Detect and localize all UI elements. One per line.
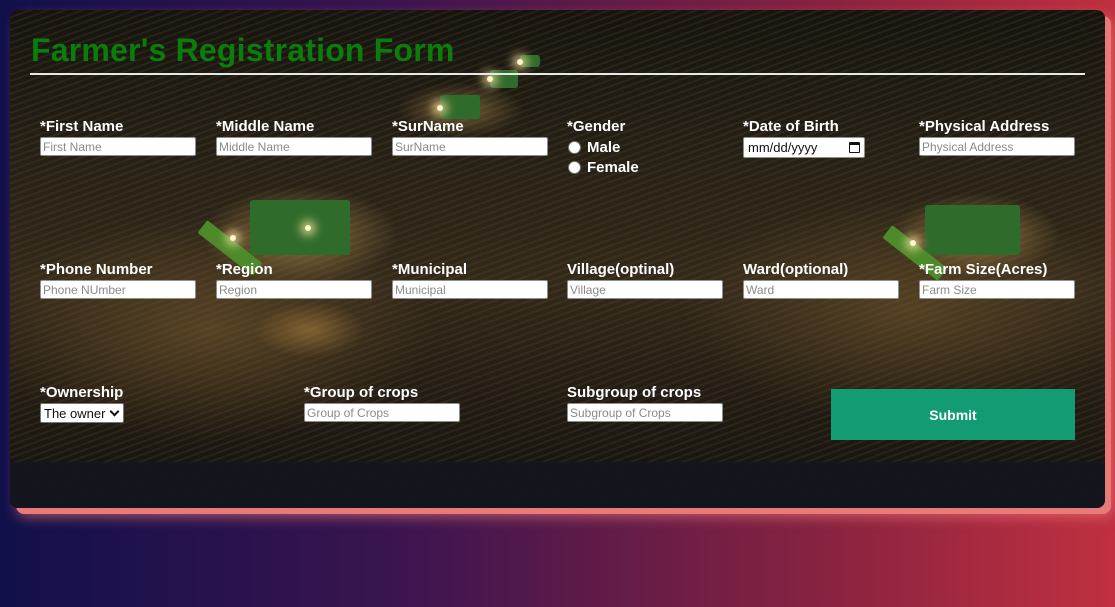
surname-group: *SurName	[392, 118, 548, 156]
ownership-selected-value: The owner	[44, 405, 106, 421]
submit-button[interactable]: Submit	[831, 389, 1075, 440]
dob-group: *Date of Birth mm/dd/yyyy	[743, 118, 865, 158]
phone-group: *Phone Number	[40, 261, 196, 299]
middle-name-group: *Middle Name	[216, 118, 372, 156]
region-group: *Region	[216, 261, 372, 299]
farm-size-label: *Farm Size(Acres)	[919, 261, 1048, 278]
gender-male-option[interactable]: Male	[567, 139, 639, 156]
ward-group: Ward(optional)	[743, 261, 899, 299]
farm-size-input[interactable]	[919, 280, 1075, 299]
ownership-select[interactable]: The owner	[40, 403, 125, 423]
phone-input[interactable]	[40, 280, 196, 299]
farm-size-group: *Farm Size(Acres)	[919, 261, 1075, 299]
village-input[interactable]	[567, 280, 723, 299]
dob-label: *Date of Birth	[743, 118, 839, 135]
region-input[interactable]	[216, 280, 372, 299]
region-label: *Region	[216, 261, 273, 278]
group-crops-label: *Group of crops	[304, 384, 419, 401]
physical-address-input[interactable]	[919, 137, 1075, 156]
subgroup-crops-group: Subgroup of crops	[567, 384, 723, 422]
ward-input[interactable]	[743, 280, 899, 299]
registration-card: Farmer's Registration Form *First Name *…	[10, 10, 1105, 508]
municipal-input[interactable]	[392, 280, 548, 299]
subgroup-crops-input[interactable]	[567, 403, 723, 422]
first-name-group: *First Name	[40, 118, 196, 156]
ownership-group: *Ownership The owner	[40, 384, 125, 423]
municipal-label: *Municipal	[392, 261, 468, 278]
subgroup-crops-label: Subgroup of crops	[567, 384, 702, 401]
male-radio[interactable]	[568, 141, 581, 154]
ward-label: Ward(optional)	[743, 261, 849, 278]
chevron-down-icon	[109, 406, 120, 417]
gender-label: *Gender	[567, 118, 626, 135]
middle-name-label: *Middle Name	[216, 118, 315, 135]
phone-label: *Phone Number	[40, 261, 153, 278]
physical-address-group: *Physical Address	[919, 118, 1075, 156]
first-name-input[interactable]	[40, 137, 196, 156]
calendar-icon[interactable]	[849, 142, 860, 153]
female-radio[interactable]	[568, 161, 581, 174]
surname-input[interactable]	[392, 137, 548, 156]
group-crops-input[interactable]	[304, 403, 460, 422]
ownership-label: *Ownership	[40, 384, 124, 401]
village-label: Village(optinal)	[567, 261, 675, 278]
dob-placeholder: mm/dd/yyyy	[748, 140, 818, 155]
female-radio-label: Female	[587, 159, 639, 176]
first-name-label: *First Name	[40, 118, 124, 135]
physical-address-label: *Physical Address	[919, 118, 1050, 135]
card-footer-band	[10, 462, 1105, 508]
title-divider	[30, 73, 1085, 75]
male-radio-label: Male	[587, 139, 621, 156]
gender-female-option[interactable]: Female	[567, 159, 639, 176]
middle-name-input[interactable]	[216, 137, 372, 156]
page-title: Farmer's Registration Form	[31, 32, 455, 68]
group-crops-group: *Group of crops	[304, 384, 460, 422]
dob-input[interactable]: mm/dd/yyyy	[743, 137, 865, 158]
surname-label: *SurName	[392, 118, 464, 135]
village-group: Village(optinal)	[567, 261, 723, 299]
municipal-group: *Municipal	[392, 261, 548, 299]
gender-group: *Gender Male Female	[567, 118, 639, 176]
